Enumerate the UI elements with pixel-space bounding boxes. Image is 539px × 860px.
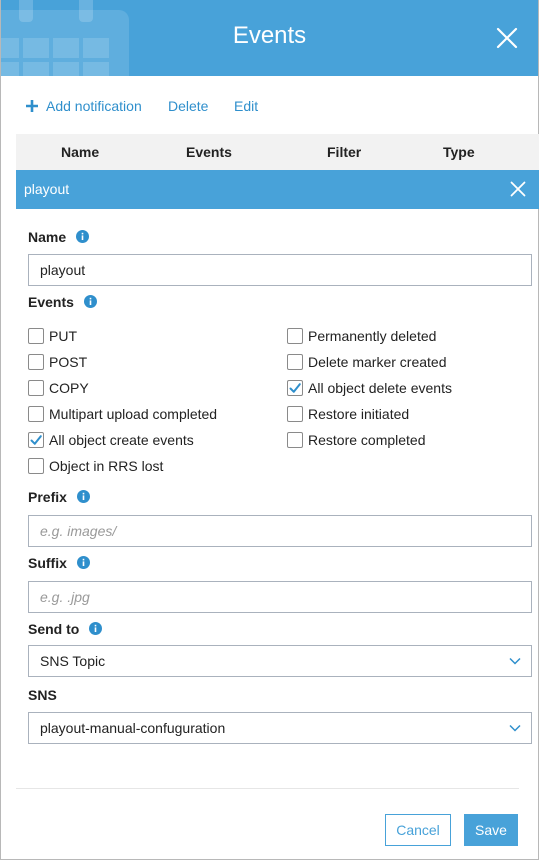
checkbox-box[interactable] — [28, 458, 44, 474]
checkbox-label: All object create events — [49, 432, 194, 448]
checkbox-box[interactable] — [287, 432, 303, 448]
add-notification-label: Add notification — [46, 98, 142, 114]
checkbox-label: Multipart upload completed — [49, 406, 218, 422]
column-header-type[interactable]: Type — [443, 144, 475, 160]
checkbox-label: Restore completed — [308, 432, 426, 448]
plus-icon — [26, 100, 38, 112]
delete-button[interactable]: Delete — [168, 98, 208, 114]
sendto-label-text: Send to — [28, 621, 80, 637]
checkbox-label: COPY — [49, 380, 89, 396]
name-label-text: Name — [28, 229, 67, 245]
cancel-button[interactable]: Cancel — [385, 814, 451, 846]
name-label: Name — [28, 229, 90, 245]
sendto-selected-value: SNS Topic — [40, 653, 106, 669]
chevron-down-icon — [509, 657, 521, 665]
events-checkbox-group: PUT POST COPY Multipart upload completed… — [28, 328, 528, 488]
checkbox-box[interactable] — [287, 328, 303, 344]
suffix-label-text: Suffix — [28, 555, 67, 571]
chevron-down-icon — [509, 724, 521, 732]
collapse-close-icon[interactable] — [510, 181, 526, 197]
checkbox-box[interactable] — [28, 406, 44, 422]
checkmark-icon — [289, 383, 301, 393]
sns-selected-value: playout-manual-confuguration — [40, 720, 226, 736]
checkbox-label: Restore initiated — [308, 406, 410, 422]
save-button[interactable]: Save — [464, 814, 518, 846]
sns-select[interactable]: playout-manual-confuguration — [28, 712, 532, 744]
checkbox-box[interactable] — [287, 354, 303, 370]
table-header: Name Events Filter Type — [16, 134, 539, 170]
selected-notification-name: playout — [24, 181, 70, 197]
name-input[interactable] — [28, 254, 532, 286]
suffix-input[interactable] — [28, 581, 532, 613]
events-label: Events — [28, 294, 97, 310]
column-header-filter[interactable]: Filter — [327, 144, 361, 160]
checkmark-icon — [30, 435, 42, 445]
sns-label: SNS — [28, 687, 57, 703]
column-header-events[interactable]: Events — [186, 144, 232, 160]
close-icon[interactable] — [495, 26, 519, 50]
footer-divider — [16, 788, 519, 789]
dialog-header: Events — [1, 0, 538, 76]
edit-button[interactable]: Edit — [234, 98, 258, 114]
checkbox-label: PUT — [49, 328, 77, 344]
checkbox-box[interactable] — [28, 380, 44, 396]
sendto-label: Send to — [28, 621, 103, 637]
info-icon[interactable] — [83, 295, 97, 308]
info-icon[interactable] — [76, 490, 90, 503]
checkbox-box[interactable] — [28, 354, 44, 370]
checkbox-box[interactable] — [287, 380, 303, 396]
suffix-label: Suffix — [28, 555, 90, 571]
prefix-label: Prefix — [28, 489, 90, 505]
checkbox-label: Delete marker created — [308, 354, 447, 370]
checkbox-label: Object in RRS lost — [49, 458, 164, 474]
checkbox-label: Permanently deleted — [308, 328, 437, 344]
events-label-text: Events — [28, 294, 74, 310]
prefix-label-text: Prefix — [28, 489, 67, 505]
prefix-input[interactable] — [28, 515, 532, 547]
checkbox-label: POST — [49, 354, 88, 370]
checkbox-box[interactable] — [287, 406, 303, 422]
dialog-title: Events — [232, 22, 307, 49]
info-icon[interactable] — [76, 556, 90, 569]
checkbox-box[interactable] — [28, 328, 44, 344]
selected-notification-row[interactable]: playout — [16, 170, 539, 209]
checkbox-label: All object delete events — [308, 380, 452, 396]
column-header-name[interactable]: Name — [61, 144, 99, 160]
sendto-select[interactable]: SNS Topic — [28, 645, 532, 677]
checkbox-box[interactable] — [28, 432, 44, 448]
window-border-left — [0, 0, 1, 860]
info-icon[interactable] — [76, 230, 90, 243]
sns-label-text: SNS — [28, 687, 57, 703]
info-icon[interactable] — [89, 622, 103, 635]
